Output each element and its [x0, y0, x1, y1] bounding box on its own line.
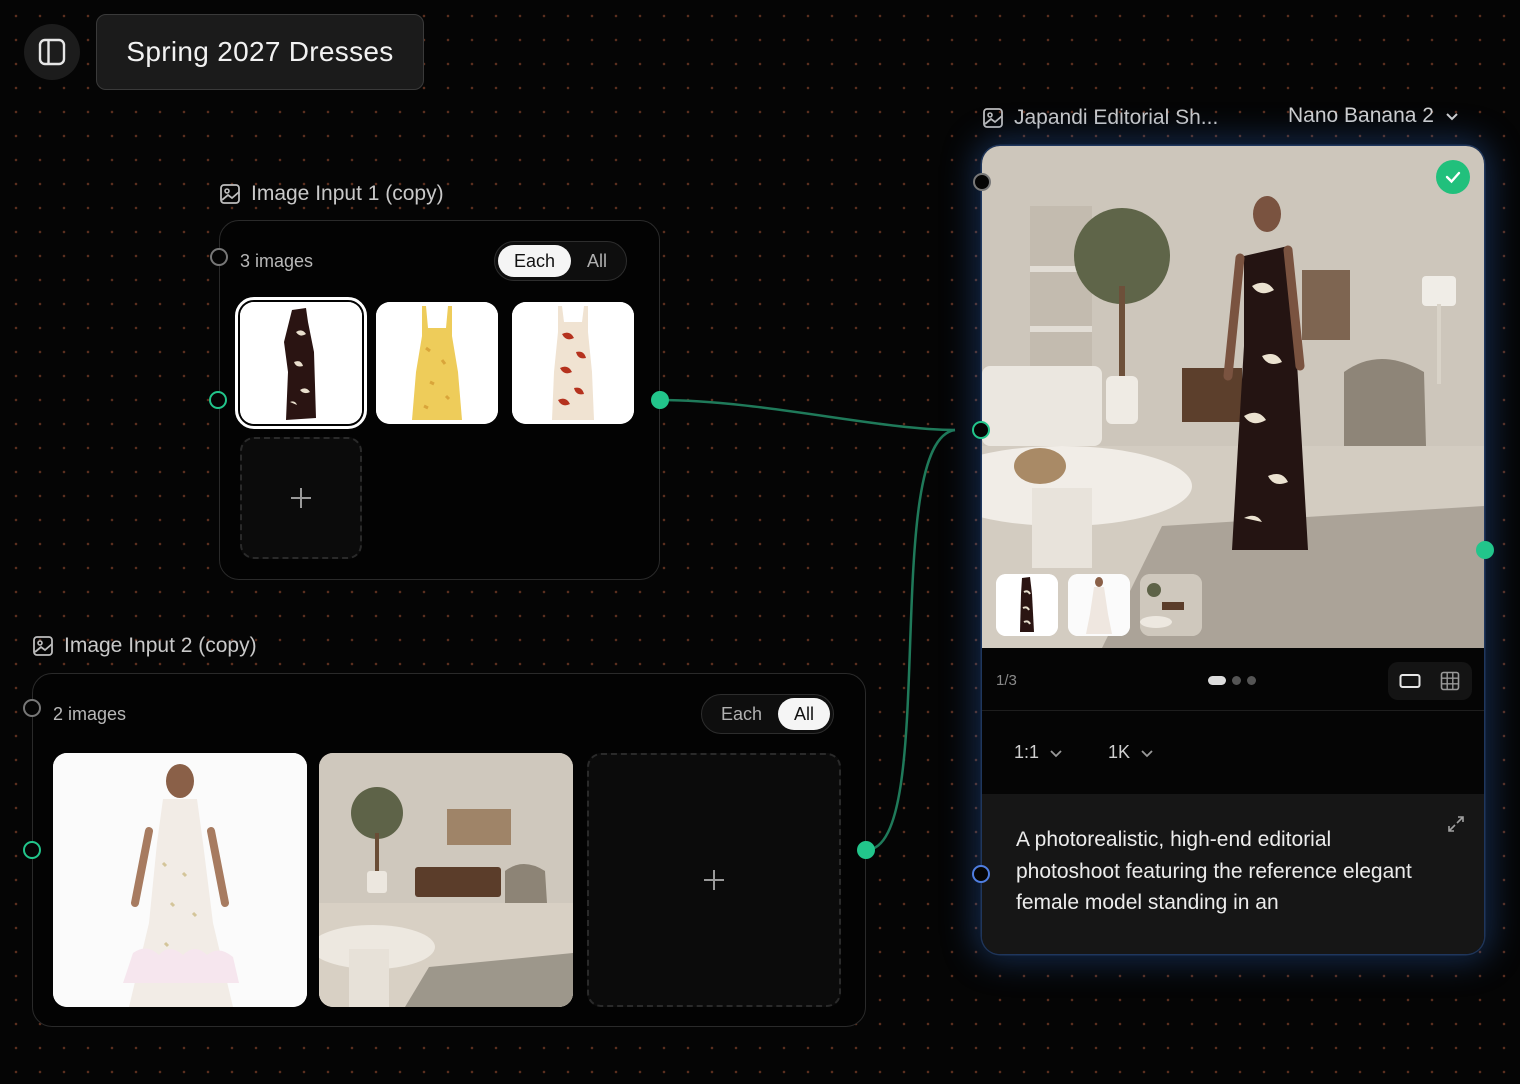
mode-all-button[interactable]: All: [571, 245, 623, 277]
node1-output-port[interactable]: [651, 391, 669, 409]
node2-header[interactable]: Image Input 2 (copy): [32, 634, 257, 658]
node2-image-count: 2 images: [53, 704, 127, 724]
node1-image-count: 3 images: [240, 251, 314, 271]
expand-icon[interactable]: [1446, 814, 1466, 834]
aspect-ratio-value: 1:1: [1014, 742, 1040, 762]
chevron-down-icon: [1141, 749, 1153, 757]
image-icon: [983, 108, 1003, 128]
grid-icon: [1440, 671, 1460, 691]
sidebar-icon: [38, 38, 66, 66]
sidebar-toggle-button[interactable]: [24, 24, 80, 80]
view-mode-toggle[interactable]: [1388, 662, 1472, 700]
output-prompt-port[interactable]: [972, 865, 990, 883]
node2-input-port[interactable]: [23, 841, 41, 859]
image-thumb-japandi-room[interactable]: [319, 753, 573, 1007]
divider: [982, 710, 1484, 711]
node1-input-port[interactable]: [209, 391, 227, 409]
single-view-button[interactable]: [1390, 664, 1430, 698]
image-input-node-1[interactable]: 3 images Each All: [219, 220, 660, 580]
mode-each-button[interactable]: Each: [705, 698, 778, 730]
image-thumb-red-dress[interactable]: [512, 302, 634, 424]
add-image-button[interactable]: [240, 437, 362, 559]
check-icon: [1445, 171, 1461, 184]
edge-node1-to-output: [659, 398, 956, 432]
node1-top-port[interactable]: [210, 248, 228, 266]
output-result-port[interactable]: [1476, 541, 1494, 559]
node2-top-port[interactable]: [23, 699, 41, 717]
edge-node2-to-output: [865, 428, 956, 852]
node2-title: Image Input 2 (copy): [64, 634, 257, 657]
mode-all-button[interactable]: All: [778, 698, 831, 730]
generated-image[interactable]: [982, 146, 1484, 648]
resolution-selector[interactable]: 1K: [1108, 742, 1154, 763]
image-thumb-yellow-dress[interactable]: [376, 302, 498, 424]
resolution-value: 1K: [1108, 742, 1131, 762]
chevron-down-icon: [1446, 113, 1458, 121]
output-top-port[interactable]: [973, 173, 991, 191]
reference-thumb-room[interactable]: [1140, 574, 1202, 636]
output-image-input-port[interactable]: [972, 421, 990, 439]
page-indicator: 1/3: [996, 672, 1017, 689]
chevron-down-icon: [1050, 749, 1062, 757]
carousel-dot-3[interactable]: [1247, 676, 1256, 685]
node1-title: Image Input 1 (copy): [251, 182, 444, 205]
model-selector[interactable]: Nano Banana 2: [1288, 104, 1460, 128]
node2-mode-toggle[interactable]: Each All: [701, 694, 835, 734]
project-title[interactable]: Spring 2027 Dresses: [96, 14, 424, 90]
aspect-ratio-selector[interactable]: 1:1: [1014, 742, 1063, 763]
carousel-dot-1[interactable]: [1208, 676, 1226, 685]
grid-view-button[interactable]: [1430, 664, 1470, 698]
image-icon: [220, 184, 240, 204]
reference-thumb-white-dress[interactable]: [1068, 574, 1130, 636]
prompt-text[interactable]: A photorealistic, high-end editorial pho…: [1016, 824, 1436, 919]
mode-each-button[interactable]: Each: [498, 245, 572, 277]
image-icon: [33, 636, 53, 656]
model-name: Nano Banana 2: [1288, 104, 1434, 127]
add-image-button[interactable]: [587, 753, 841, 1007]
image-thumb-white-dress-model[interactable]: [53, 753, 307, 1007]
output-node-title: Japandi Editorial Sh...: [1014, 106, 1219, 129]
image-thumb-black-dress[interactable]: [235, 297, 367, 429]
generation-output-node[interactable]: 1/3 1:1 1K A photorealistic, high-end ed…: [982, 146, 1484, 954]
status-complete-badge: [1436, 160, 1470, 194]
node1-header[interactable]: Image Input 1 (copy): [219, 182, 444, 206]
plus-icon: [704, 870, 724, 890]
image-input-node-2[interactable]: 2 images Each All: [32, 673, 866, 1027]
single-view-icon: [1399, 674, 1421, 688]
prompt-panel[interactable]: A photorealistic, high-end editorial pho…: [982, 794, 1484, 954]
node1-mode-toggle[interactable]: Each All: [494, 241, 628, 281]
carousel-dot-2[interactable]: [1232, 676, 1241, 685]
node2-output-port[interactable]: [857, 841, 875, 859]
reference-thumb-black-dress[interactable]: [996, 574, 1058, 636]
output-node-header[interactable]: Japandi Editorial Sh...: [982, 106, 1218, 130]
plus-icon: [291, 488, 311, 508]
carousel-dots[interactable]: [1208, 676, 1256, 685]
